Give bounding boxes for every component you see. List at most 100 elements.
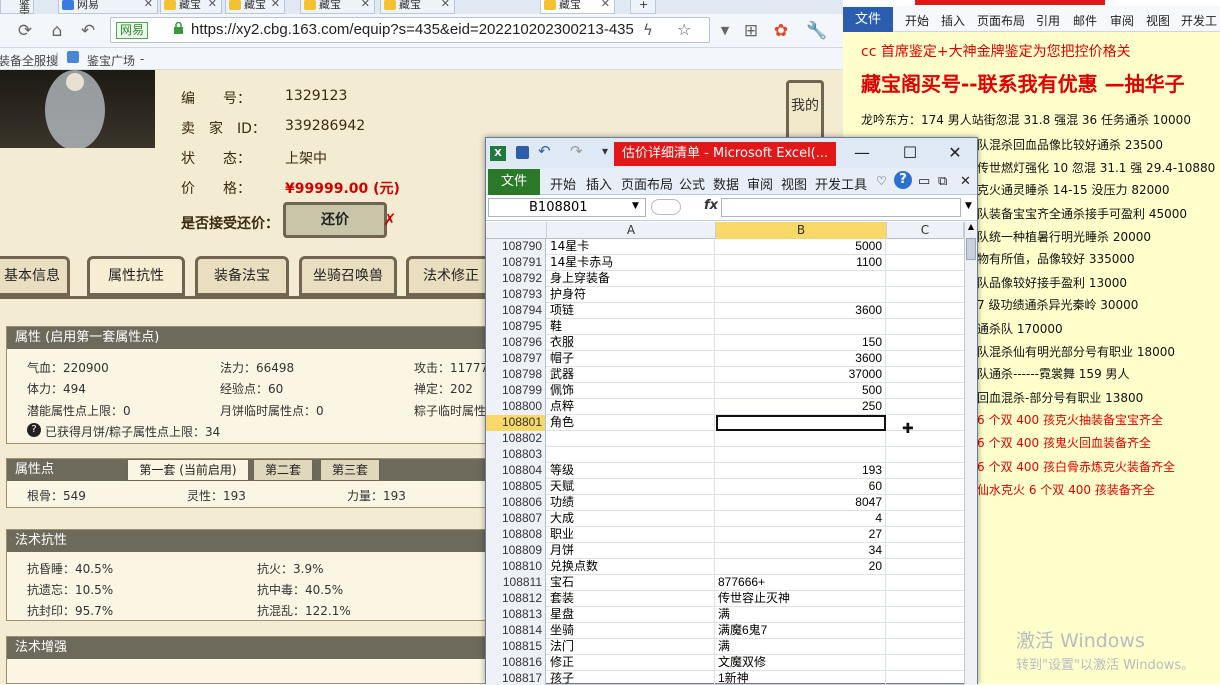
cell-c[interactable] <box>887 303 964 319</box>
row-number[interactable]: 108801 <box>486 415 546 431</box>
word-ribbon-tab[interactable]: 视图 <box>1146 12 1170 29</box>
lightning-icon[interactable]: ϟ <box>643 21 653 39</box>
cell-a[interactable]: 法门 <box>548 639 715 655</box>
cell-a[interactable]: 等级 <box>548 463 715 479</box>
excel-ribbon-tab[interactable]: 公式 <box>679 174 705 193</box>
row-number[interactable]: 108791 <box>486 255 546 271</box>
cell-a[interactable]: 兑换点数 <box>548 559 715 575</box>
close-icon[interactable]: ✕ <box>208 0 217 9</box>
spreadsheet-row[interactable]: 108816 修正 文魔双修 <box>486 655 964 671</box>
cell-c[interactable] <box>887 415 964 431</box>
cell-a[interactable] <box>548 447 715 463</box>
fx-icon[interactable]: fx <box>704 198 718 213</box>
word-ribbon-tab[interactable]: 审阅 <box>1110 12 1134 29</box>
close-icon[interactable]: ✕ <box>960 174 971 189</box>
cell-a[interactable]: 修正 <box>548 655 715 671</box>
close-icon[interactable]: ✕ <box>936 142 974 164</box>
word-ribbon-tab[interactable]: 邮件 <box>1073 12 1097 29</box>
browser-tab-active[interactable]: 藏宝 ✕ <box>540 0 615 14</box>
cell-c[interactable] <box>887 655 964 671</box>
cell-c[interactable] <box>887 511 964 527</box>
column-header[interactable]: B <box>716 222 887 239</box>
browser-tab[interactable]: 藏宝 ✕ <box>160 0 222 14</box>
tab-point-set-3[interactable]: 第三套 <box>320 459 380 481</box>
cell-c[interactable] <box>887 271 964 287</box>
cell-a[interactable]: 武器 <box>548 367 715 383</box>
cell-b[interactable] <box>716 319 886 335</box>
cell-grid[interactable]: 108790 14星卡 5000 108791 14星卡赤马 1100 108792 身上穿装… <box>486 239 964 685</box>
row-number[interactable]: 108805 <box>486 479 546 495</box>
cell-c[interactable] <box>887 255 964 271</box>
spreadsheet-row[interactable]: 108804 等级 193 <box>486 463 964 479</box>
cell-c[interactable] <box>887 639 964 655</box>
vertical-scrollbar[interactable]: ▲ <box>964 222 977 685</box>
cell-c[interactable] <box>887 367 964 383</box>
spreadsheet-row[interactable]: 108790 14星卡 5000 <box>486 239 964 255</box>
row-number[interactable]: 108815 <box>486 639 546 655</box>
row-number[interactable]: 108817 <box>486 671 546 685</box>
cell-c[interactable] <box>887 495 964 511</box>
cell-b[interactable]: 193 <box>716 463 886 479</box>
word-ribbon-tab[interactable]: 页面布局 <box>977 12 1025 29</box>
tab-point-set-1[interactable]: 第一套 (当前启用) <box>127 459 249 481</box>
star-icon[interactable]: ☆ <box>677 20 691 39</box>
excel-file-tab[interactable]: 文件 <box>488 169 540 195</box>
chevron-down-icon[interactable]: ▼ <box>632 201 639 211</box>
close-icon[interactable]: ✗ <box>383 210 396 229</box>
tab-attributes[interactable]: 属性抗性 <box>87 256 185 296</box>
select-all-corner[interactable] <box>486 222 547 239</box>
row-number[interactable]: 108804 <box>486 463 546 479</box>
bookmark-item[interactable]: 装备全服搜 <box>0 52 58 69</box>
cell-c[interactable] <box>887 351 964 367</box>
row-number[interactable]: 108813 <box>486 607 546 623</box>
wrench-icon[interactable]: 🔧 <box>806 20 828 42</box>
cell-c[interactable] <box>887 399 964 415</box>
row-number[interactable]: 108809 <box>486 543 546 559</box>
chevron-down-icon[interactable]: ♡ <box>876 174 887 188</box>
restore-icon[interactable]: ⧉ <box>938 174 947 189</box>
cell-a[interactable]: 角色 <box>548 415 715 431</box>
cell-c[interactable] <box>887 335 964 351</box>
excel-ribbon-tab[interactable]: 页面布局 <box>621 174 673 193</box>
cell-b[interactable] <box>716 287 886 303</box>
customize-icon[interactable]: ▾ <box>602 144 608 158</box>
cell-a[interactable]: 大成 <box>548 511 715 527</box>
cell-c[interactable] <box>887 431 964 447</box>
cell-b[interactable]: 150 <box>716 335 886 351</box>
spreadsheet-row[interactable]: 108817 孩子 1新神 <box>486 671 964 685</box>
undo-icon[interactable]: ↶ <box>538 142 551 160</box>
word-file-tab[interactable]: 文件 <box>843 7 893 32</box>
close-icon[interactable]: ✕ <box>601 0 610 9</box>
minimize-icon[interactable]: — <box>843 142 881 164</box>
spreadsheet-row[interactable]: 108792 身上穿装备 <box>486 271 964 287</box>
row-number[interactable]: 108810 <box>486 559 546 575</box>
cell-a[interactable]: 宝石 <box>548 575 715 591</box>
row-number[interactable]: 108800 <box>486 399 546 415</box>
row-number[interactable]: 108799 <box>486 383 546 399</box>
cell-c[interactable] <box>887 591 964 607</box>
grid-icon[interactable]: ⊞ <box>740 20 762 42</box>
cell-b[interactable]: 1新神 <box>716 671 886 685</box>
browser-tab[interactable]: 网易 ✕ <box>58 0 158 14</box>
row-number[interactable]: 108794 <box>486 303 546 319</box>
spreadsheet-row[interactable]: 108796 衣服 150 <box>486 335 964 351</box>
spreadsheet-row[interactable]: 108808 职业 27 <box>486 527 964 543</box>
cell-b[interactable]: 文魔双修 <box>716 655 886 671</box>
home-icon[interactable]: ⌂ <box>46 20 68 42</box>
cell-c[interactable] <box>887 463 964 479</box>
browser-tab[interactable]: 藏宝 ✕ <box>225 0 285 14</box>
cell-b[interactable]: 5000 <box>716 239 886 255</box>
row-number[interactable]: 108807 <box>486 511 546 527</box>
cell-a[interactable]: 孩子 <box>548 671 715 685</box>
cell-b[interactable]: 34 <box>716 543 886 559</box>
cell-b[interactable] <box>716 271 886 287</box>
cell-c[interactable] <box>887 527 964 543</box>
row-number[interactable]: 108811 <box>486 575 546 591</box>
cell-a[interactable]: 佩饰 <box>548 383 715 399</box>
cell-b-selected[interactable] <box>716 415 886 431</box>
formula-input[interactable] <box>721 198 961 217</box>
browser-tab[interactable]: 藏宝 ✕ <box>380 0 455 14</box>
bookmark-item[interactable]: 鉴宝广场 <box>87 52 135 69</box>
certificate-badge[interactable]: 网易 <box>116 22 149 39</box>
cell-c[interactable] <box>887 607 964 623</box>
